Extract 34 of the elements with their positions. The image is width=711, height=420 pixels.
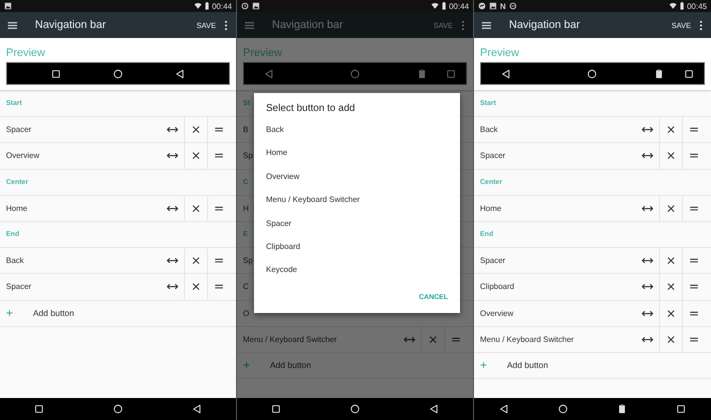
clock-time: 00:44	[448, 2, 469, 10]
button-list-item[interactable]: Home	[474, 196, 711, 222]
add-button[interactable]: + Add button	[474, 352, 711, 380]
button-list-item[interactable]: Overview	[0, 143, 236, 170]
dialog-title: Select button to add	[266, 103, 356, 116]
dialog-option[interactable]: Home	[266, 148, 460, 172]
dialog-option[interactable]: Back	[266, 125, 460, 148]
dialog-option[interactable]: Keycode	[266, 265, 460, 289]
button-list-item[interactable]: Home	[0, 196, 236, 222]
toolbar-title: Navigation bar	[509, 19, 581, 31]
button-list-item[interactable]: Overview	[474, 300, 711, 327]
notification-letter: N	[500, 2, 506, 10]
button-list-item[interactable]: Back	[474, 117, 711, 144]
add-button[interactable]: + Add button	[0, 300, 236, 327]
dialog-option[interactable]: Menu / Keyboard Switcher	[266, 195, 460, 219]
button-list-item[interactable]: Clipboard	[474, 274, 711, 300]
preview-heading: Preview	[480, 47, 520, 59]
dialog-option[interactable]: Clipboard	[266, 242, 460, 266]
button-list-item[interactable]: Spacer	[474, 143, 711, 170]
preview-heading: Preview	[243, 47, 284, 59]
button-list-item[interactable]: Back	[0, 248, 236, 274]
add-button[interactable]: + Add button	[237, 352, 473, 380]
dialog-option[interactable]: Overview	[266, 172, 460, 196]
toolbar-title: Navigation bar	[35, 19, 107, 31]
button-list-item[interactable]: Menu / Keyboard Switcher	[474, 326, 711, 353]
clock-time: 00:44	[212, 2, 232, 10]
preview-heading: Preview	[6, 47, 46, 59]
button-list-item[interactable]: Spacer	[474, 248, 711, 274]
toolbar-title: Navigation bar	[272, 19, 344, 31]
dialog-option[interactable]: Spacer	[266, 218, 460, 242]
clock-time: 00:45	[686, 2, 707, 10]
button-list-item[interactable]: Spacer	[0, 274, 236, 300]
button-list-item[interactable]: Spacer	[0, 117, 236, 144]
button-list-item[interactable]: Menu / Keyboard Switcher	[237, 326, 473, 353]
